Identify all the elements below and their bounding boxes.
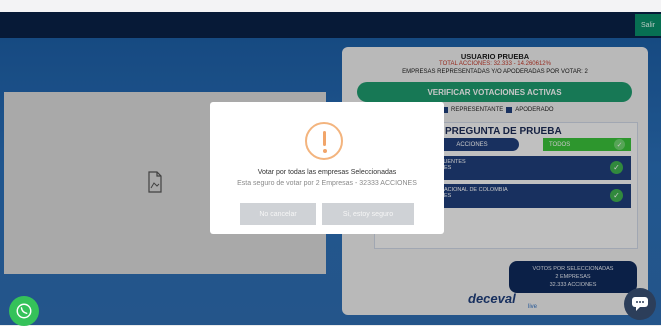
browser-top-strip — [0, 0, 661, 12]
confirm-button[interactable]: Si, estoy seguro — [322, 203, 414, 225]
dialog-title: Votar por todas las empresas Seleccionad… — [257, 169, 397, 176]
dialog-message: Esta seguro de votar por 2 Empresas - 32… — [237, 180, 417, 187]
confirm-dialog: Votar por todas las empresas Seleccionad… — [210, 102, 444, 234]
whatsapp-icon[interactable] — [9, 296, 39, 326]
cancel-button[interactable]: No cancelar — [240, 203, 316, 225]
chat-bubble-icon — [632, 297, 648, 311]
chat-icon[interactable] — [624, 288, 656, 320]
phone-icon — [16, 303, 32, 319]
warning-icon — [305, 122, 343, 160]
